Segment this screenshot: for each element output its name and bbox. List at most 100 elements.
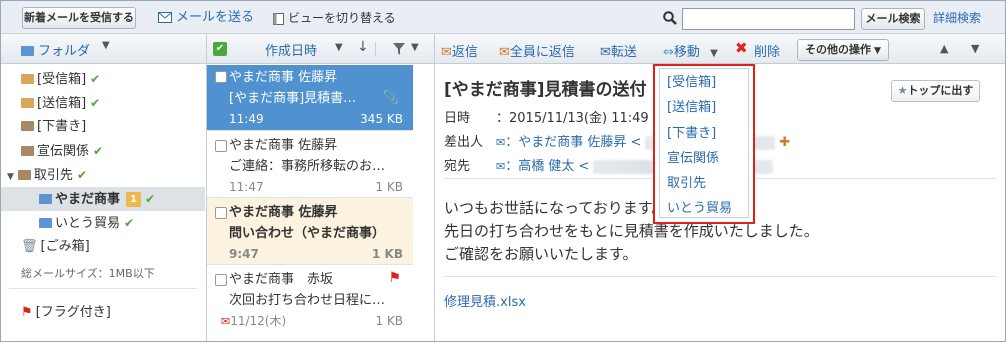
view-icon (273, 12, 284, 25)
trash-icon: 🗑 (21, 239, 38, 254)
reply-all-label: 全員に返信 (509, 45, 575, 60)
folder-inbox[interactable]: [受信箱] ✔ (1, 67, 205, 91)
date-row: 日時 ：2015/11/13(金) 11:49 (444, 107, 649, 126)
reply-all-icon: ✉ (499, 45, 510, 60)
move-to-inbox[interactable]: [受信箱] (667, 74, 716, 92)
star-icon: ★ (897, 84, 908, 97)
reply-all-button[interactable]: ✉全員に返信 (499, 41, 575, 60)
message-size: 1 KB (372, 247, 403, 261)
checkmark-icon: ✔ (144, 192, 156, 206)
folder-flagged[interactable]: ⚑ [フラグ付き] (1, 301, 205, 325)
row-checkbox[interactable] (215, 274, 227, 286)
other-actions-label: その他の操作 (805, 43, 872, 56)
message-subject: 問い合わせ（やまだ商事） (229, 226, 386, 241)
mail-app-window: 新着メールを受信する メールを送る ビューを切り替える メール検索 詳細検索 フ… (0, 0, 1006, 342)
folder-label: [受信箱] (37, 72, 87, 87)
mail-search-button[interactable]: メール検索 (861, 8, 925, 30)
move-to-sent[interactable]: [送信箱] (667, 99, 716, 117)
pin-to-top-button[interactable]: ★トップに出す (891, 80, 980, 102)
move-button[interactable]: ⇔移動 ▼ (663, 41, 718, 60)
filter-icon[interactable] (393, 43, 405, 55)
reply-button[interactable]: ✉返信 (441, 41, 478, 60)
message-row[interactable]: やまだ商事 佐藤昇 [やまだ商事]見積書… 📎 11:49 345 KB (207, 65, 413, 131)
receive-new-mail-button[interactable]: 新着メールを受信する (22, 7, 136, 29)
pin-to-top-label: トップに出す (907, 84, 974, 97)
folder-yamada-shoji[interactable]: やまだ商事 1 ✔ (1, 187, 205, 211)
message-sender: やまだ商事 佐藤昇 (229, 138, 338, 153)
sort-chevron-icon[interactable]: ▼ (335, 42, 343, 53)
folder-trash[interactable]: 🗑 [ごみ箱] (1, 235, 205, 259)
move-to-promotions[interactable]: 宣伝関係 (667, 150, 719, 168)
checkmark-icon: ✔ (90, 72, 101, 86)
move-to-drafts[interactable]: [下書き] (667, 125, 716, 143)
select-all-checkbox[interactable]: ✔ (213, 42, 227, 56)
other-actions-chevron-icon: ▼ (874, 46, 881, 56)
switch-view-link[interactable]: ビューを切り替える (273, 9, 396, 27)
move-to-clients[interactable]: 取引先 (667, 175, 706, 193)
search-icon (663, 11, 677, 25)
folder-header-label: フォルダ (21, 40, 90, 59)
folder-icon (21, 120, 34, 131)
message-time: 11:47 (229, 180, 264, 194)
message-row[interactable]: やまだ商事 佐藤昇 ご連絡：事務所移転のお… 11:47 1 KB (207, 131, 413, 198)
from-value[interactable]: ：やまだ商事 佐藤昇 < (505, 135, 641, 150)
folder-sent[interactable]: [送信箱] ✔ (1, 91, 205, 115)
envelope-icon (158, 12, 172, 23)
message-list-header: ✔ 作成日時 ▼ ↓ ▼ (207, 34, 434, 64)
folder-drafts[interactable]: [下書き] (1, 115, 205, 139)
move-to-ito-trading[interactable]: いとう貿易 (667, 200, 732, 218)
row-checkbox[interactable] (215, 71, 227, 83)
message-subject: ご連絡：事務所移転のお… (229, 159, 386, 174)
sort-direction-icon[interactable]: ↓ (357, 39, 369, 55)
folder-promotions[interactable]: 宣伝関係 ✔ (1, 139, 205, 163)
message-time: 11:49 (229, 112, 264, 126)
message-row[interactable]: やまだ商事 赤坂 ⚑ 次回お打ち合わせ日程に… ✉11/12(木) 1 KB (207, 265, 413, 341)
folder-icon (21, 97, 34, 108)
reply-icon: ✉ (441, 45, 452, 60)
folder-icon (21, 145, 34, 156)
message-subject: 次回お打ち合わせ日程に… (229, 293, 386, 308)
other-actions-button[interactable]: その他の操作 ▼ (797, 39, 889, 61)
to-value[interactable]: ：高橋 健太 < (505, 159, 589, 174)
move-dropdown-list: [受信箱] [送信箱] [下書き] 宣伝関係 取引先 いとう貿易 (659, 68, 749, 218)
move-dropdown-menu: [受信箱] [送信箱] [下書き] 宣伝関係 取引先 いとう貿易 (653, 64, 755, 224)
switch-view-label: ビューを切り替える (288, 11, 396, 25)
message-meta: 11:47 1 KB (227, 177, 413, 197)
forward-button[interactable]: ✉転送 (600, 41, 637, 60)
flag-icon[interactable]: ⚑ (388, 270, 401, 286)
add-contact-icon[interactable]: ✚ (779, 135, 790, 150)
folder-label: やまだ商事 (55, 192, 121, 207)
folder-ito-trading[interactable]: いとう貿易 ✔ (1, 211, 205, 235)
filter-chevron-icon[interactable]: ▼ (411, 42, 419, 53)
search-input[interactable] (682, 8, 855, 30)
attachment-link[interactable]: 修理見積.xlsx (444, 291, 526, 310)
mailbox-size-text: 総メールサイズ：1MB以下 (21, 267, 155, 280)
message-row[interactable]: やまだ商事 佐藤昇 問い合わせ（やまだ商事） 9:47 1 KB (207, 198, 413, 265)
folder-label: 宣伝関係 (37, 144, 90, 159)
next-message-icon[interactable]: ▼ (971, 42, 979, 55)
row-checkbox[interactable] (215, 140, 227, 152)
folder-clients[interactable]: ▼ 取引先 ✔ (1, 163, 205, 187)
row-checkbox[interactable] (215, 207, 227, 219)
folder-header[interactable]: フォルダ ▼ (1, 34, 206, 64)
advanced-search-link[interactable]: 詳細検索 (933, 9, 981, 27)
flag-icon: ⚑ (21, 305, 33, 320)
delete-x-icon[interactable]: ✖ (735, 39, 748, 57)
folder-icon (21, 73, 34, 84)
folder-divider (9, 288, 197, 289)
previous-message-icon[interactable]: ▲ (940, 42, 948, 55)
date-value: ：2015/11/13(金) 11:49 (496, 111, 649, 126)
sort-by-date-button[interactable]: 作成日時 (265, 40, 317, 59)
folder-header-text: フォルダ (38, 44, 91, 59)
compose-mail-link[interactable]: メールを送る (158, 9, 254, 27)
body-line: ご確認をお願いいたします。 (444, 245, 638, 263)
header-divider (375, 42, 376, 56)
message-meta: 11:49 345 KB (227, 109, 413, 129)
message-size: 1 KB (375, 180, 403, 194)
compose-mail-label: メールを送る (176, 10, 255, 25)
delete-button[interactable]: 削除 (754, 41, 780, 60)
folder-label: いとう貿易 (55, 216, 121, 231)
from-label: 差出人 (444, 135, 484, 150)
folder-icon (17, 169, 31, 180)
collapse-triangle-icon[interactable]: ▼ (7, 172, 14, 182)
